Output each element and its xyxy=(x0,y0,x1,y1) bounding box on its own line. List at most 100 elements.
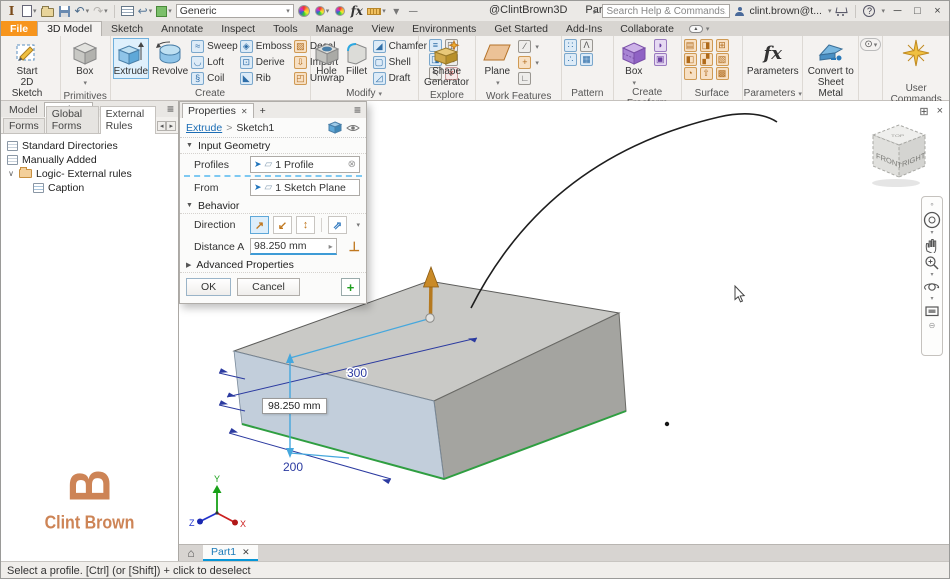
offset-surface-icon[interactable]: ⇧ xyxy=(699,67,713,80)
subtab-forms[interactable]: Forms xyxy=(3,118,45,133)
start-2d-sketch-button[interactable]: Start 2D Sketch xyxy=(3,38,51,101)
open-folder-icon[interactable] xyxy=(40,4,54,18)
qat-customize-icon[interactable]: ▾ xyxy=(390,4,403,18)
section-advanced-properties[interactable]: ▶ Advanced Properties xyxy=(180,257,366,273)
close-button[interactable]: × xyxy=(930,5,945,17)
rib-button[interactable]: ◣ Rib xyxy=(239,71,292,86)
tab-collaborate[interactable]: Collaborate xyxy=(611,21,683,36)
freeform-plane-icon[interactable]: ◗ xyxy=(653,39,667,52)
direction-more-chevron-icon[interactable]: ▾ xyxy=(356,221,360,229)
browser-menu-icon[interactable]: ≡ xyxy=(167,102,174,116)
emboss-button[interactable]: ◈ Emboss xyxy=(239,39,292,54)
tab-tools[interactable]: Tools xyxy=(264,21,307,36)
sketch-driven-pattern-icon[interactable]: ▦ xyxy=(579,53,593,66)
patch-icon[interactable]: ◨ xyxy=(699,39,713,52)
tab-annotate[interactable]: Annotate xyxy=(152,21,212,36)
drawing-icon[interactable] xyxy=(120,4,134,18)
tab-inspect[interactable]: Inspect xyxy=(212,21,264,36)
box-primitive-button[interactable]: Box ▾ xyxy=(63,38,107,91)
clear-appearance-icon[interactable] xyxy=(333,4,346,18)
shape-generator-button[interactable]: Shape Generator xyxy=(421,38,473,90)
appearance-dropdown[interactable]: Generic ▾ xyxy=(175,4,294,18)
home-icon[interactable]: ⌂ xyxy=(179,545,203,561)
derive-button[interactable]: ⊡ Derive xyxy=(239,55,292,70)
revolve-button[interactable]: Revolve xyxy=(151,38,189,79)
material-icon[interactable]: ▾ xyxy=(156,4,172,18)
tab-manage[interactable]: Manage xyxy=(307,21,363,36)
tab-sketch[interactable]: Sketch xyxy=(102,21,152,36)
target-sketch[interactable]: Sketch1 xyxy=(236,122,274,134)
redo-icon[interactable]: ↷ ▾ xyxy=(93,4,108,18)
new-file-icon[interactable]: ▾ xyxy=(22,4,37,18)
document-tab-part1[interactable]: Part1 ✕ xyxy=(203,545,258,561)
zoom-icon[interactable] xyxy=(924,255,940,271)
sculpt-icon[interactable]: ▞ xyxy=(699,53,713,66)
graphics-canvas[interactable]: 300 200 Y X Z 98.250 mm ⊞ × FRONT RIGHT … xyxy=(179,101,949,544)
panel-overflow-icon[interactable]: ⊙▾ xyxy=(860,38,882,51)
subtab-scroll-left-icon[interactable]: ◂ xyxy=(156,121,167,131)
user-menu-chevron-icon[interactable]: ▾ xyxy=(828,7,832,15)
direction-symmetric-button[interactable]: ↕ xyxy=(296,216,315,234)
visibility-eye-icon[interactable] xyxy=(346,123,360,133)
direction-flipped-button[interactable]: ↙ xyxy=(273,216,292,234)
convert-sheet-metal-button[interactable]: Convert to Sheet Metal xyxy=(805,38,856,101)
command-name-link[interactable]: Extrude xyxy=(186,122,222,134)
navbar-customize-icon[interactable]: ⊖ xyxy=(929,321,936,330)
from-field[interactable]: ➤ ▱ 1 Sketch Plane xyxy=(250,179,360,196)
extend-icon[interactable]: ⊞ xyxy=(715,39,729,52)
sweep-button[interactable]: ≈ Sweep xyxy=(191,39,238,54)
clear-selection-icon[interactable]: ⊗ xyxy=(348,159,356,170)
loft-button[interactable]: ◡ Loft xyxy=(191,55,238,70)
extrude-button[interactable]: Extrude xyxy=(112,38,150,79)
view-cube[interactable]: FRONT RIGHT TOP xyxy=(863,115,935,191)
ruled-surface-icon[interactable]: ▩ xyxy=(715,67,729,80)
color-wheel-icon[interactable] xyxy=(298,4,311,18)
subtab-external-rules[interactable]: External Rules xyxy=(99,106,156,134)
tab-view[interactable]: View xyxy=(363,21,404,36)
wheel-menu-chevron-icon[interactable]: ▾ xyxy=(930,230,933,236)
solid-body-icon[interactable] xyxy=(328,121,342,134)
section-input-geometry[interactable]: ▼ Input Geometry xyxy=(180,138,366,154)
tree-item-logic-external-rules[interactable]: ∨ Logic- External rules xyxy=(7,167,178,180)
navbar-collapse-icon[interactable]: ∘ xyxy=(929,200,934,209)
measure-icon[interactable]: ▾ xyxy=(367,4,386,18)
close-panel-icon[interactable]: ✕ xyxy=(241,107,248,116)
help-chevron-icon[interactable]: ▾ xyxy=(881,7,885,15)
inventor-app-icon[interactable]: I xyxy=(5,4,18,18)
user-command-button[interactable] xyxy=(896,38,936,68)
zoom-menu-chevron-icon[interactable]: ▾ xyxy=(930,272,933,278)
search-expand-icon[interactable]: ▸ xyxy=(593,7,597,16)
tab-file[interactable]: File xyxy=(1,21,38,36)
add-panel-tab-button[interactable]: + xyxy=(254,104,272,118)
hole-button[interactable]: Hole xyxy=(313,38,341,79)
section-behavior[interactable]: ▼ Behavior xyxy=(180,198,366,214)
stitch-icon[interactable]: ▤ xyxy=(683,39,697,52)
search-input[interactable] xyxy=(602,4,731,18)
adjust-appearance-icon[interactable]: ▾ xyxy=(314,4,329,18)
undo-icon[interactable]: ↶ ▾ xyxy=(75,4,90,18)
tree-item-caption[interactable]: Caption xyxy=(33,181,178,194)
help-icon[interactable]: ? xyxy=(863,5,876,17)
thicken-icon[interactable]: ◔ xyxy=(683,67,697,80)
orbit-menu-chevron-icon[interactable]: ▾ xyxy=(930,296,933,302)
ok-button[interactable]: OK xyxy=(186,278,232,296)
parameters-button[interactable]: fx Parameters xyxy=(745,38,800,79)
collapse-icon[interactable]: ∨ xyxy=(7,169,15,178)
subtab-global-forms[interactable]: Global Forms xyxy=(45,106,99,133)
grip-sphere[interactable] xyxy=(425,313,435,323)
trim-icon[interactable]: ◧ xyxy=(683,53,697,66)
replace-face-icon[interactable]: ▧ xyxy=(715,53,729,66)
distance-input[interactable]: 98.250 mm ▸ xyxy=(250,238,337,255)
tab-get-started[interactable]: Get Started xyxy=(485,21,557,36)
panel-menu-icon[interactable]: ≡ xyxy=(354,103,361,117)
close-document-icon[interactable]: × xyxy=(937,105,943,118)
return-icon[interactable]: ↩ ▾ xyxy=(138,4,153,18)
properties-tab[interactable]: Properties ✕ xyxy=(182,103,254,118)
coil-button[interactable]: § Coil xyxy=(191,71,238,86)
work-axis-button[interactable]: ∕ ▾ xyxy=(518,39,539,54)
cancel-button[interactable]: Cancel xyxy=(237,278,300,296)
close-document-tab-icon[interactable]: ✕ xyxy=(242,547,250,558)
freeform-face-icon[interactable]: ▣ xyxy=(653,53,667,66)
navigation-wheel-icon[interactable] xyxy=(923,211,941,229)
ribbon-display-options-icon[interactable]: ▴ ▾ xyxy=(683,21,716,36)
